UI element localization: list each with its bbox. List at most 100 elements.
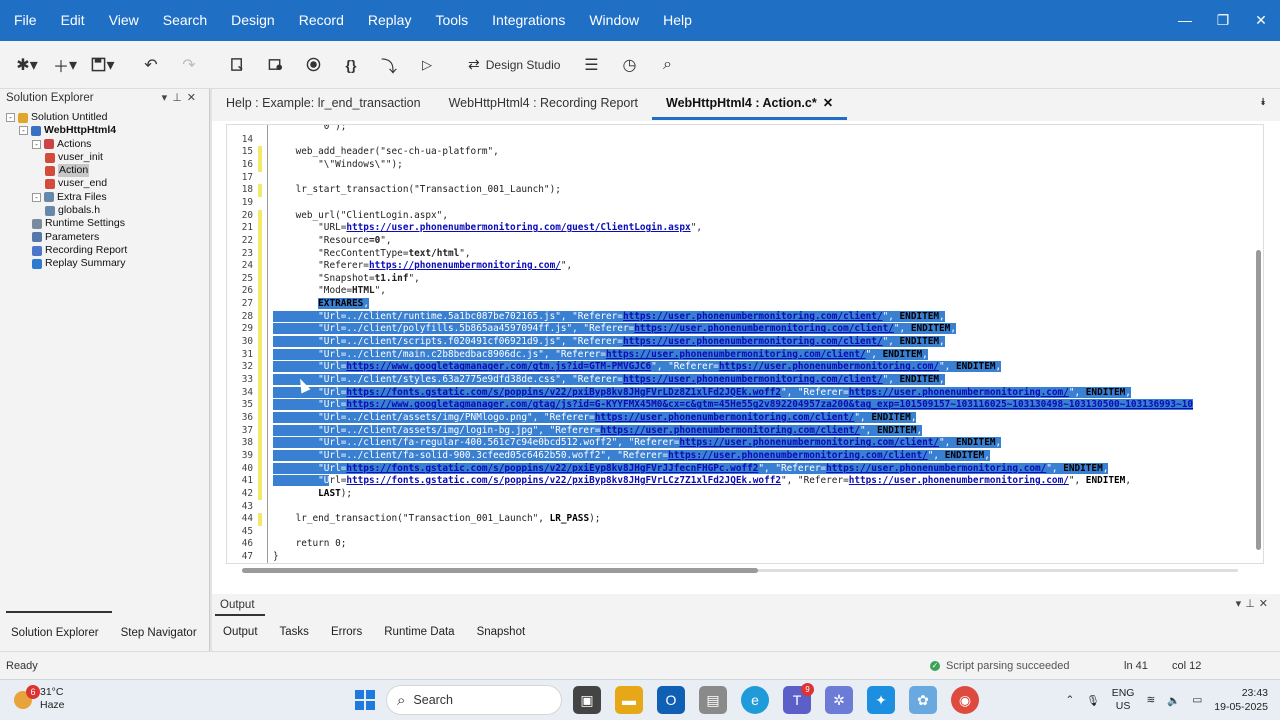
- loadrunner-icon[interactable]: ✿: [909, 686, 937, 714]
- code-line[interactable]: return 0;: [273, 538, 347, 551]
- code-line[interactable]: LAST);: [273, 488, 352, 501]
- save-dropdown-button[interactable]: ▾: [88, 50, 118, 80]
- code-line[interactable]: EXTRARES,: [273, 298, 369, 311]
- code-line[interactable]: "Url=https://fonts.gstatic.com/s/poppins…: [273, 462, 1109, 476]
- minimize-button[interactable]: —: [1166, 0, 1204, 41]
- vugen-icon[interactable]: ✦: [867, 686, 895, 714]
- history-button[interactable]: ◷: [614, 50, 644, 80]
- windows-start-icon[interactable]: [352, 687, 378, 713]
- code-line[interactable]: "Url=../client/fa-solid-900.3cfeed05c646…: [273, 449, 990, 463]
- code-line[interactable]: "Url=../client/fa-regular-400.561c7c94e0…: [273, 437, 1002, 450]
- close-tab-icon[interactable]: ✕: [823, 96, 833, 110]
- code-line[interactable]: "Url=../client/runtime.5a1bc087be702165.…: [273, 310, 945, 324]
- edge-icon[interactable]: e: [741, 686, 769, 714]
- tree-item-actions[interactable]: - Actions: [0, 138, 210, 151]
- restore-button[interactable]: ❐: [1204, 0, 1242, 41]
- tree-item-vuser-end[interactable]: vuser_end: [0, 177, 210, 190]
- tab-help-example[interactable]: Help : Example: lr_end_transaction: [212, 89, 435, 121]
- chrome-icon[interactable]: ◉: [951, 686, 979, 714]
- dropdown-icon[interactable]: ▾: [162, 92, 173, 104]
- file-explorer-icon[interactable]: ▬: [615, 686, 643, 714]
- tab-snapshot[interactable]: Snapshot: [466, 626, 537, 638]
- code-line[interactable]: "URL=https://user.phonenumbermonitoring.…: [273, 222, 702, 235]
- code-line[interactable]: "Mode=HTML",: [273, 285, 386, 298]
- menu-help[interactable]: Help: [651, 0, 704, 41]
- horizontal-scroll-thumb[interactable]: [242, 568, 758, 573]
- menu-replay[interactable]: Replay: [356, 0, 424, 41]
- collapse-toggle-icon[interactable]: -: [32, 192, 41, 202]
- menu-tools[interactable]: Tools: [423, 0, 480, 41]
- code-line[interactable]: }: [273, 551, 279, 563]
- code-line[interactable]: "Url=https://www.googletagmanager.com/gt…: [273, 361, 1002, 374]
- close-icon[interactable]: ✕: [187, 92, 201, 104]
- code-line[interactable]: "Url=../client/scripts.f020491cf06921d9.…: [273, 336, 945, 349]
- menu-record[interactable]: Record: [287, 0, 356, 41]
- tab-errors[interactable]: Errors: [320, 626, 373, 638]
- app-window-icon[interactable]: ▤: [699, 686, 727, 714]
- menu-window[interactable]: Window: [577, 0, 651, 41]
- code-line[interactable]: lr_end_transaction("Transaction_001_Laun…: [273, 513, 601, 526]
- outlook-icon[interactable]: O: [657, 686, 685, 714]
- task-view-icon[interactable]: ▣: [573, 686, 601, 714]
- code-line[interactable]: "Url=https://fonts.gstatic.com/s/poppins…: [273, 386, 1131, 400]
- tab-runtime-data[interactable]: Runtime Data: [373, 626, 465, 638]
- redo-button[interactable]: ↷: [174, 50, 204, 80]
- tree-item-recording-report[interactable]: Recording Report: [0, 244, 210, 257]
- code-line[interactable]: "0");: [273, 125, 346, 134]
- tab-output[interactable]: Output: [212, 614, 269, 638]
- volume-icon[interactable]: 🔈: [1167, 694, 1180, 707]
- tree-item-replay-summary[interactable]: Replay Summary: [0, 257, 210, 270]
- code-line[interactable]: "Url=../client/styles.63a2775e9dfd38de.c…: [273, 374, 945, 387]
- search-run-button[interactable]: ⌕: [652, 50, 682, 80]
- tab-step-navigator[interactable]: Step Navigator: [110, 611, 208, 651]
- code-line[interactable]: "\"Windows\"");: [273, 159, 403, 172]
- code-line[interactable]: "RecContentType=text/html",: [273, 248, 470, 261]
- code-line[interactable]: "Url=../client/main.c2b8bedbac8906dc.js"…: [273, 348, 928, 362]
- menu-integrations[interactable]: Integrations: [480, 0, 577, 41]
- menu-design[interactable]: Design: [219, 0, 287, 41]
- tree-item-vuser-init[interactable]: vuser_init: [0, 151, 210, 164]
- code-line[interactable]: "Url=../client/assets/img/login-bg.jpg",…: [273, 424, 923, 438]
- code-line[interactable]: web_add_header("sec-ch-ua-platform",: [273, 146, 499, 159]
- code-braces-button[interactable]: {}: [336, 50, 366, 80]
- battery-icon[interactable]: ▭: [1192, 694, 1202, 706]
- dropdown-icon[interactable]: ▾: [1236, 598, 1246, 610]
- add-dropdown-button[interactable]: ＋ ▾: [50, 50, 80, 80]
- collapse-toggle-icon[interactable]: -: [19, 126, 28, 136]
- tree-item-webhttphtml4[interactable]: - WebHttpHtml4: [0, 124, 210, 137]
- step-button[interactable]: ⤵: [374, 50, 404, 80]
- tree-item-parameters[interactable]: Parameters: [0, 231, 210, 244]
- code-line[interactable]: "Url=https://fonts.gstatic.com/s/poppins…: [273, 475, 1131, 488]
- menu-edit[interactable]: Edit: [49, 0, 97, 41]
- collapse-toggle-icon[interactable]: -: [32, 139, 41, 149]
- close-icon[interactable]: ✕: [1259, 598, 1272, 610]
- tree-item-action[interactable]: Action: [0, 164, 210, 178]
- code-line[interactable]: "Referer=https://phonenumbermonitoring.c…: [273, 260, 572, 273]
- horizontal-scrollbar[interactable]: [230, 566, 1250, 574]
- microphone-icon[interactable]: 🎙: [1086, 694, 1099, 707]
- code-line[interactable]: "Snapshot=t1.inf",: [273, 273, 420, 286]
- clock[interactable]: 23:43 19-05-2025: [1214, 686, 1268, 714]
- regenerate-button[interactable]: [222, 50, 252, 80]
- replay-button[interactable]: ▷: [412, 50, 442, 80]
- collapse-toggle-icon[interactable]: -: [6, 113, 15, 123]
- list-button[interactable]: ☰: [576, 50, 606, 80]
- record-button[interactable]: [298, 50, 328, 80]
- settings-gear-icon[interactable]: ✲: [825, 686, 853, 714]
- panel-splitter[interactable]: [210, 89, 212, 651]
- language-indicator[interactable]: ENG US: [1112, 687, 1135, 713]
- tab-tasks[interactable]: Tasks: [269, 626, 320, 638]
- tree-item-runtime-settings[interactable]: Runtime Settings: [0, 217, 210, 230]
- tree-item-extra-files[interactable]: - Extra Files: [0, 191, 210, 204]
- tabs-overflow-icon[interactable]: ⯯: [1260, 97, 1266, 108]
- pin-icon[interactable]: ⊥: [172, 92, 187, 104]
- tab-solution-explorer[interactable]: Solution Explorer: [0, 611, 112, 651]
- chevron-up-icon[interactable]: ⌃: [1066, 694, 1075, 706]
- vertical-scroll-thumb[interactable]: [1256, 250, 1261, 550]
- pin-icon[interactable]: ⊥: [1245, 598, 1259, 610]
- code-line[interactable]: web_url("ClientLogin.aspx",: [273, 210, 448, 223]
- wifi-icon[interactable]: ≋: [1146, 694, 1155, 706]
- record-settings-button[interactable]: [260, 50, 290, 80]
- code-editor[interactable]: 14 15 16 17 18 19 20 21 22 23 24 25 26 27 28 29 30 31 32 33…: [226, 124, 1264, 564]
- taskbar-search[interactable]: ⌕ Search: [386, 685, 562, 715]
